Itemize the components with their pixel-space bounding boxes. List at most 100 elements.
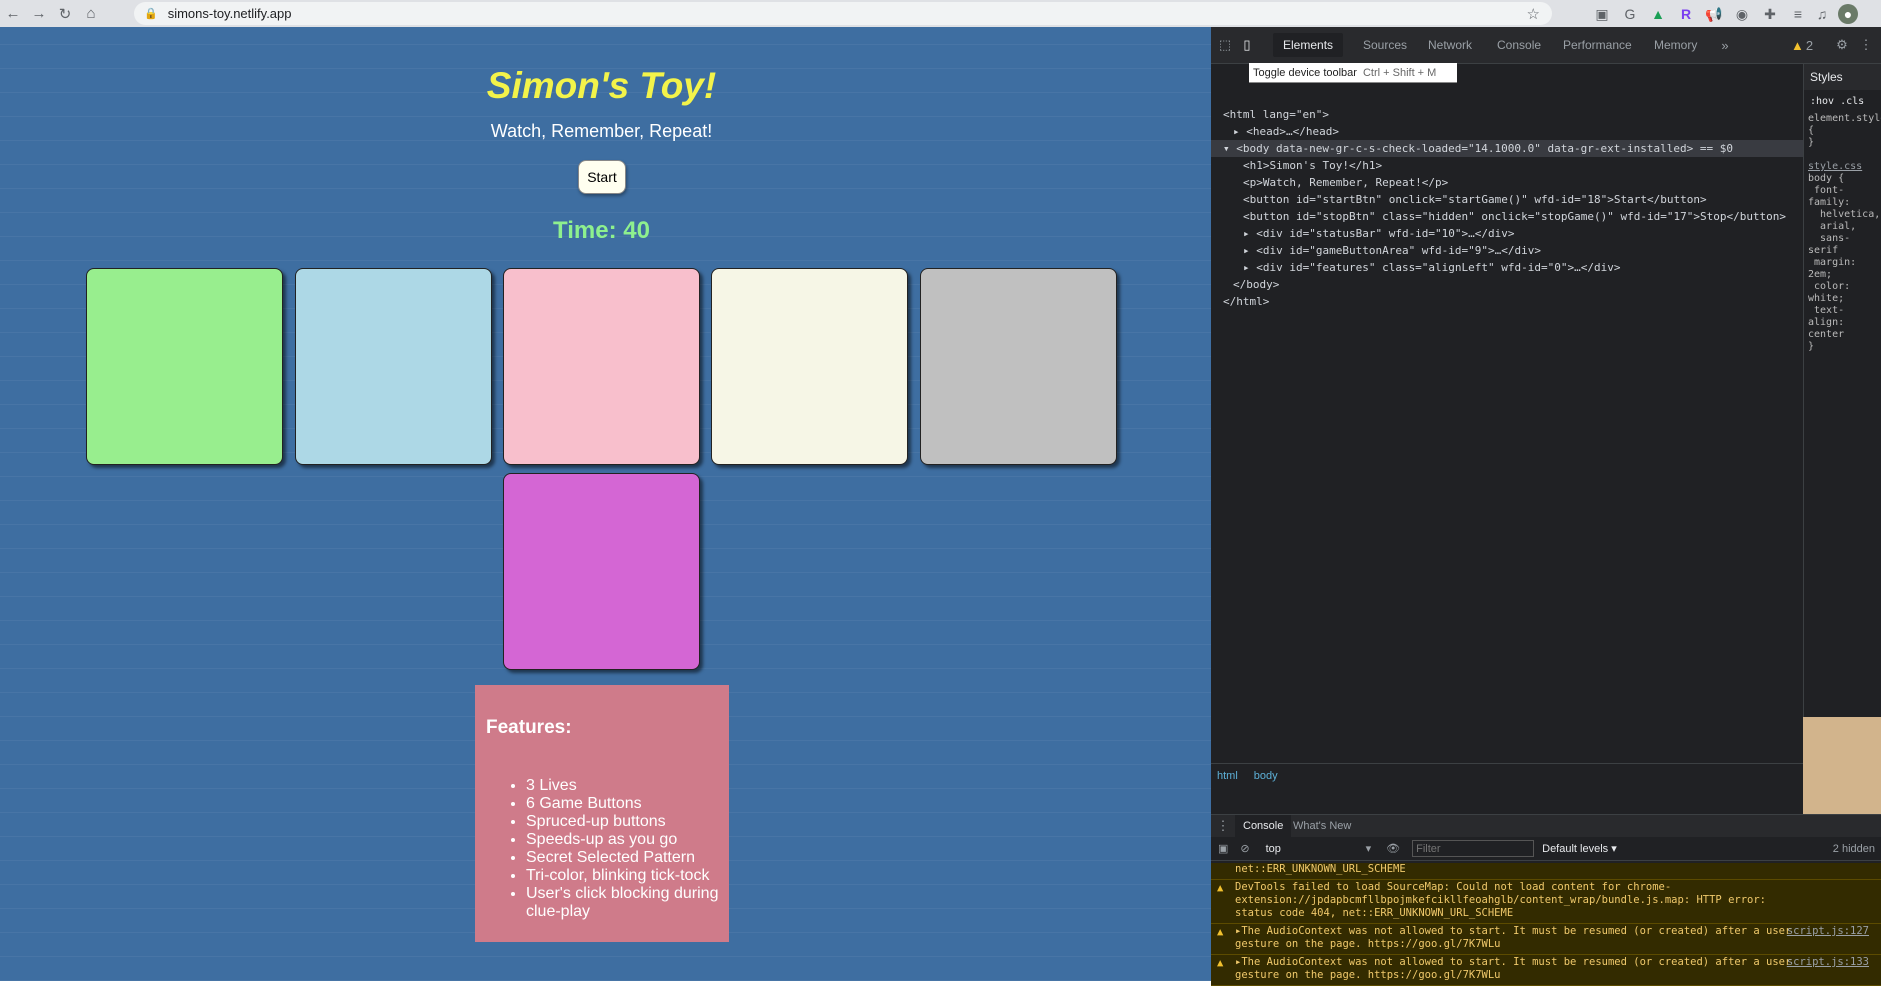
dom-node[interactable]: <button id="startBtn" onclick="startGame… (1211, 191, 1803, 208)
dom-node[interactable]: </html> (1211, 293, 1803, 310)
clear-console-icon[interactable]: ⊘ (1240, 842, 1249, 855)
game-button-3[interactable] (503, 268, 700, 465)
console-messages: net::ERR_UNKNOWN_URL_SCHEME ▲ DevTools fa… (1211, 863, 1881, 986)
breadcrumb-body[interactable]: body (1254, 770, 1278, 788)
feature-item: 3 Lives (526, 777, 719, 795)
back-icon[interactable]: ← (0, 0, 26, 27)
dom-node[interactable]: ▸ <head>…</head> (1211, 123, 1803, 140)
console-warning[interactable]: ▲ ▸The AudioContext was not allowed to st… (1211, 924, 1881, 955)
tab-memory[interactable]: Memory (1654, 38, 1697, 52)
extension-icon[interactable]: ▣ (1592, 4, 1612, 24)
console-message-text: ▸The AudioContext was not allowed to sta… (1235, 956, 1792, 981)
styles-tab-label: Styles (1810, 70, 1843, 84)
elements-tree: <html lang="en"> ▸ <head>…</head> ▾ <body … (1211, 64, 1803, 764)
megaphone-extension-icon[interactable]: 📢 (1704, 4, 1724, 24)
r-extension-icon[interactable]: R (1676, 4, 1696, 24)
game-button-1[interactable] (86, 268, 283, 465)
styles-pane: Styles :hov .cls element.style {} style.c… (1803, 64, 1881, 814)
console-warning[interactable]: ▲ DevTools failed to load SourceMap: Coul… (1211, 880, 1881, 924)
more-options-icon[interactable]: ⋮ (1857, 36, 1875, 54)
whats-new-tab[interactable]: What's New (1293, 820, 1351, 832)
page-viewport: Simon's Toy! Watch, Remember, Repeat! St… (0, 27, 1211, 981)
dom-node[interactable]: <p>Watch, Remember, Repeat!</p> (1211, 174, 1803, 191)
tab-console[interactable]: Console (1497, 38, 1541, 52)
device-toolbar-icon[interactable]: ▯ (1238, 36, 1256, 54)
console-error-line: net::ERR_UNKNOWN_URL_SCHEME (1211, 863, 1881, 880)
tab-sources[interactable]: Sources (1363, 38, 1407, 52)
warning-icon: ▲ (1217, 957, 1224, 969)
feature-item: Secret Selected Pattern (526, 849, 719, 867)
console-drawer-tab[interactable]: Console (1235, 815, 1292, 838)
warning-icon: ▲ (1217, 926, 1224, 938)
live-expression-eye-icon[interactable]: 👁 (1386, 842, 1400, 855)
address-bar[interactable]: 🔒 simons-toy.netlify.app ☆ (134, 2, 1552, 25)
context-dropdown-icon[interactable]: ▾ (1366, 842, 1372, 855)
console-warning[interactable]: ▲ ▸The AudioContext was not allowed to st… (1211, 955, 1881, 986)
feature-item: User's click blocking during clue-play (526, 885, 719, 921)
home-icon[interactable]: ⌂ (78, 0, 104, 27)
game-button-2[interactable] (295, 268, 492, 465)
dom-node[interactable]: ▸ <div id="statusBar" wfd-id="10">…</div… (1211, 225, 1803, 242)
profile-avatar[interactable]: ● (1838, 4, 1858, 24)
reload-icon[interactable]: ↻ (52, 0, 78, 27)
tab-network[interactable]: Network (1428, 38, 1472, 52)
styles-tab[interactable]: Styles (1804, 64, 1881, 90)
feature-item: Spruced-up buttons (526, 813, 719, 831)
devtools-tabbar: ⬚ ▯ Elements Sources Network Console Per… (1211, 27, 1881, 64)
forward-icon[interactable]: → (26, 0, 52, 27)
warning-icon: ▲ (1217, 882, 1224, 894)
console-message-text: ▸The AudioContext was not allowed to sta… (1235, 925, 1792, 950)
features-list: 3 Lives 6 Game Buttons Spruced-up button… (486, 777, 719, 921)
console-message-text: DevTools failed to load SourceMap: Could… (1235, 881, 1767, 919)
hidden-count: 2 hidden (1832, 842, 1875, 855)
url-text[interactable]: simons-toy.netlify.app (168, 6, 292, 21)
google-extension-icon[interactable]: G (1620, 4, 1640, 24)
feature-item: Tri-color, blinking tick-tock (526, 867, 719, 885)
box-model-preview (1803, 717, 1881, 817)
dom-node[interactable]: </body> (1211, 276, 1803, 293)
drive-extension-icon[interactable]: ▲ (1648, 4, 1668, 24)
media-icon[interactable]: ♫ (1812, 4, 1832, 24)
bookmark-star-icon[interactable]: ☆ (1527, 5, 1540, 23)
console-toolbar: ▣ ⊘ top ▾ 👁 Default levels ▾ 2 hidden (1211, 837, 1881, 861)
tab-elements[interactable]: Elements (1273, 33, 1344, 57)
source-link[interactable]: script.js:133 (1787, 956, 1869, 969)
settings-gear-icon[interactable]: ⚙ (1833, 36, 1851, 54)
start-button[interactable]: Start (578, 160, 626, 194)
source-link[interactable]: script.js:127 (1787, 925, 1869, 938)
console-drawer-tabs: ⋮ Console What's New (1211, 814, 1881, 838)
page-title: Simon's Toy! (486, 65, 717, 106)
drawer-menu-icon[interactable]: ⋮ (1214, 817, 1232, 835)
dom-node[interactable]: <button id="stopBtn" class="hidden" oncl… (1211, 208, 1803, 225)
owl-extension-icon[interactable]: ◉ (1732, 4, 1752, 24)
dom-node[interactable]: ▸ <div id="features" class="alignLeft" w… (1211, 259, 1803, 276)
features-panel: Features: 3 Lives 6 Game Buttons Spruced… (475, 685, 729, 942)
log-levels-select[interactable]: Default levels ▾ (1542, 842, 1617, 855)
warning-count: 2 (1805, 37, 1814, 53)
game-button-4[interactable] (711, 268, 908, 465)
context-select[interactable]: top (1266, 843, 1366, 855)
dom-node[interactable]: ▸ <div id="gameButtonArea" wfd-id="9">…<… (1211, 242, 1803, 259)
dom-node[interactable]: <h1>Simon's Toy!</h1> (1211, 157, 1803, 174)
styles-filter-toggle[interactable]: :hov .cls (1804, 90, 1881, 113)
browser-toolbar: ← → ↻ ⌂ 🔒 simons-toy.netlify.app ☆ ▣ G ▲… (0, 0, 1881, 27)
game-button-5[interactable] (920, 268, 1117, 465)
features-heading: Features: (486, 717, 572, 738)
more-tabs-icon[interactable]: » (1716, 36, 1734, 54)
tagline: Watch, Remember, Repeat! (490, 121, 713, 141)
dom-node[interactable]: <html lang="en"> (1211, 106, 1803, 123)
tab-performance[interactable]: Performance (1563, 38, 1632, 52)
dom-node[interactable]: ▾ <body data-new-gr-c-s-check-loaded="14… (1211, 140, 1803, 157)
puzzle-extensions-icon[interactable]: ✚ (1760, 4, 1780, 24)
feature-item: 6 Game Buttons (526, 795, 719, 813)
sidebar-toggle-icon[interactable]: ▣ (1218, 842, 1228, 855)
reading-list-icon[interactable]: ≡ (1788, 4, 1808, 24)
warning-count-badge[interactable]: ▲ 2 (1788, 36, 1816, 54)
inspect-element-icon[interactable]: ⬚ (1216, 36, 1234, 54)
breadcrumb-html[interactable]: html (1217, 770, 1238, 788)
game-button-6[interactable] (503, 473, 700, 670)
console-filter-input[interactable] (1412, 840, 1535, 857)
feature-item: Speeds-up as you go (526, 831, 719, 849)
styles-rules: element.style {} style.css body { font-fam… (1808, 113, 1881, 352)
devtools-panel: ⬚ ▯ Elements Sources Network Console Per… (1211, 27, 1881, 986)
